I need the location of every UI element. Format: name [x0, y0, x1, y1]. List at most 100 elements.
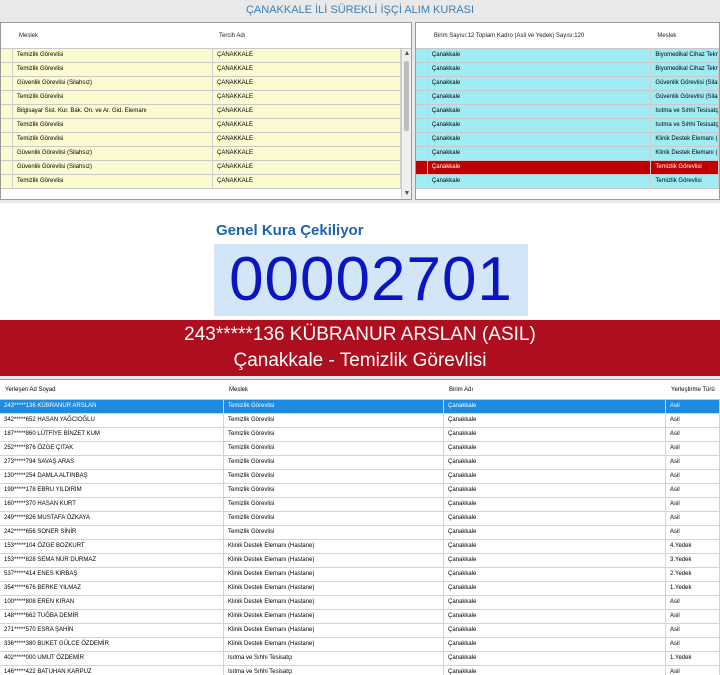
- table-row[interactable]: 354*****676 BERKE YILMAZ Klinik Destek El…: [0, 582, 720, 596]
- results-header: Yerleşen Ad Soyad Meslek Birim Adı Yerle…: [0, 380, 720, 400]
- table-cell: Biyomedikal Cihaz Tekn.: [651, 49, 719, 62]
- row-header[interactable]: [1, 133, 13, 146]
- table-row[interactable]: 273*****794 SAVAŞ ARAS Temizlik Görevlisi…: [0, 456, 720, 470]
- table-cell: Çanakkale: [428, 147, 652, 160]
- row-header[interactable]: [416, 175, 428, 188]
- table-row[interactable]: 153*****828 SEMA NUR DURMAZ Klinik Destek…: [0, 554, 720, 568]
- table-row[interactable]: Çanakkale Isıtma ve Sıhhi Tesisatçı: [416, 119, 719, 133]
- table-row[interactable]: Güvenlik Görevlisi (Silahsız) ÇANAKKALE: [1, 147, 411, 161]
- col-header-yerlestirme-turu[interactable]: Yerleştirme Türü: [666, 380, 720, 399]
- chevron-down-icon[interactable]: ▼: [402, 189, 411, 199]
- table-row[interactable]: 336*****380 BUKET GÜLCE ÖZDEMİR Klinik De…: [0, 638, 720, 652]
- table-row[interactable]: 243*****136 KÜBRANUR ARSLAN Temizlik Göre…: [0, 400, 720, 414]
- table-row[interactable]: ÇanakkaleKlinik Destek Elemanı (Hastane): [416, 147, 719, 161]
- col-header-meslek[interactable]: Meslek: [224, 380, 444, 399]
- table-row[interactable]: Çanakkale Isıtma ve Sıhhi Tesisatçı: [416, 105, 719, 119]
- table-cell: 130*****254 DAMLA ALTINBAŞ: [0, 470, 224, 483]
- table-row[interactable]: 148*****662 TUĞBA DEMİR Klinik Destek Ele…: [0, 610, 720, 624]
- row-header[interactable]: [1, 77, 13, 90]
- table-row[interactable]: 271*****570 ESRA ŞAHİN Klinik Destek Elem…: [0, 624, 720, 638]
- row-header[interactable]: [1, 63, 13, 76]
- table-cell: 342*****652 HASAN YAĞCIOĞLU: [0, 414, 224, 427]
- col-header-meslek[interactable]: Meslek: [13, 23, 213, 48]
- table-row[interactable]: ÇanakkaleGüvenlik Görevlisi (Silahsız): [416, 91, 719, 105]
- col-header-ad-soyad[interactable]: Yerleşen Ad Soyad: [0, 380, 224, 399]
- table-cell: Güvenlik Görevlisi (Silahsız): [651, 91, 719, 104]
- chevron-up-icon[interactable]: ▲: [402, 49, 411, 59]
- table-cell: 243*****136 KÜBRANUR ARSLAN: [0, 400, 224, 413]
- table-row[interactable]: Çanakkale Biyomedikal Cihaz Tekn.: [416, 63, 719, 77]
- table-cell: 249*****826 MUSTAFA ÖZKAYA: [0, 512, 224, 525]
- right-grid[interactable]: Birim Sayısı:12 Toplam Kadro (Asil ve Ye…: [415, 22, 720, 200]
- table-cell: Çanakkale: [444, 554, 666, 567]
- table-cell: Klinik Destek Elemanı (Hastane): [224, 596, 444, 609]
- table-row[interactable]: 402*****000 UMUT ÖZDEMİR Isıtma ve Sıhhi …: [0, 652, 720, 666]
- table-row[interactable]: 537*****414 ENES KIRBAŞ Klinik Destek Ele…: [0, 568, 720, 582]
- table-row[interactable]: 130*****254 DAMLA ALTINBAŞ Temizlik Görev…: [0, 470, 720, 484]
- table-row[interactable]: Güvenlik Görevlisi (Silahsız) ÇANAKKALE: [1, 77, 411, 91]
- table-row[interactable]: 153*****104 ÖZGE BOZKURT Klinik Destek El…: [0, 540, 720, 554]
- table-row[interactable]: Çanakkale Biyomedikal Cihaz Tekn.: [416, 49, 719, 63]
- left-grid[interactable]: Meslek Tercih Adı Temizlik Görevlisi ÇANA…: [0, 22, 412, 200]
- table-row[interactable]: Temizlik Görevlisi ÇANAKKALE: [1, 119, 411, 133]
- row-header[interactable]: [416, 147, 428, 160]
- table-cell: Klinik Destek Elemanı (Hastane): [651, 147, 719, 160]
- table-row[interactable]: ÇanakkaleGüvenlik Görevlisi (Silahsız): [416, 77, 719, 91]
- table-cell: Çanakkale: [444, 596, 666, 609]
- row-header[interactable]: [1, 91, 13, 104]
- table-cell: Asil: [666, 512, 720, 525]
- row-header[interactable]: [416, 133, 428, 146]
- table-row[interactable]: ÇanakkaleKlinik Destek Elemanı (Hastane): [416, 133, 719, 147]
- col-header-birim-adi[interactable]: Birim Adı: [444, 380, 666, 399]
- table-cell: Çanakkale: [444, 610, 666, 623]
- row-header[interactable]: [1, 161, 13, 174]
- col-header-meslek[interactable]: Meslek: [651, 23, 719, 48]
- row-header[interactable]: [416, 161, 428, 174]
- table-row[interactable]: 252*****876 ÖZGE ÇITAK Temizlik Görevlisi…: [0, 442, 720, 456]
- row-header[interactable]: [1, 119, 13, 132]
- row-header[interactable]: [416, 119, 428, 132]
- row-header[interactable]: [1, 105, 13, 118]
- table-row[interactable]: Temizlik Görevlisi ÇANAKKALE: [1, 63, 411, 77]
- table-row[interactable]: 199*****178 EBRU YILDIRIM Temizlik Görevl…: [0, 484, 720, 498]
- col-header-birim[interactable]: Birim Sayısı:12 Toplam Kadro (Asil ve Ye…: [428, 23, 652, 48]
- table-row[interactable]: 146*****422 BATUHAN KARPUZ Isıtma ve Sıhh…: [0, 666, 720, 675]
- table-row[interactable]: 187*****860 LÜTFİYE BİNZET KUM Temizlik G…: [0, 428, 720, 442]
- table-row[interactable]: Bilgisayar Sist. Kur. Bak. On. ve Ar. Gi…: [1, 105, 411, 119]
- table-cell: Klinik Destek Elemanı (Hastane): [224, 610, 444, 623]
- table-row[interactable]: Çanakkale Temizlik Görevlisi: [416, 161, 719, 175]
- table-row[interactable]: Temizlik Görevlisi ÇANAKKALE: [1, 175, 411, 189]
- row-header[interactable]: [416, 91, 428, 104]
- row-header[interactable]: [1, 175, 13, 188]
- table-row[interactable]: 342*****652 HASAN YAĞCIOĞLU Temizlik Göre…: [0, 414, 720, 428]
- row-header[interactable]: [416, 63, 428, 76]
- row-header[interactable]: [416, 77, 428, 90]
- table-cell: Asil: [666, 428, 720, 441]
- scroll-thumb[interactable]: [404, 61, 409, 131]
- table-cell: Temizlik Görevlisi: [224, 512, 444, 525]
- table-row[interactable]: Güvenlik Görevlisi (Silahsız) ÇANAKKALE: [1, 161, 411, 175]
- table-cell: Çanakkale: [444, 582, 666, 595]
- table-cell: Asil: [666, 666, 720, 675]
- table-cell: Çanakkale: [444, 666, 666, 675]
- results-grid[interactable]: Yerleşen Ad Soyad Meslek Birim Adı Yerle…: [0, 379, 720, 675]
- table-row[interactable]: Temizlik Görevlisi ÇANAKKALE: [1, 133, 411, 147]
- row-header[interactable]: [1, 49, 13, 62]
- table-row[interactable]: Temizlik Görevlisi ÇANAKKALE: [1, 49, 411, 63]
- table-cell: 100*****808 EREN KIRAN: [0, 596, 224, 609]
- row-header[interactable]: [1, 147, 13, 160]
- row-header[interactable]: [416, 105, 428, 118]
- results-body: 243*****136 KÜBRANUR ARSLAN Temizlik Göre…: [0, 400, 720, 675]
- table-row[interactable]: Çanakkale Temizlik Görevlisi: [416, 175, 719, 189]
- table-row[interactable]: 249*****826 MUSTAFA ÖZKAYA Temizlik Görev…: [0, 512, 720, 526]
- row-header[interactable]: [416, 49, 428, 62]
- table-row[interactable]: 100*****808 EREN KIRAN Klinik Destek Elem…: [0, 596, 720, 610]
- table-cell: Asil: [666, 442, 720, 455]
- table-row[interactable]: 242*****656 SONER SİNİR Temizlik Görevlis…: [0, 526, 720, 540]
- table-row[interactable]: 160*****370 HASAN KURT Temizlik Görevlisi…: [0, 498, 720, 512]
- table-row[interactable]: Temizlik Görevlisi ÇANAKKALE: [1, 91, 411, 105]
- table-cell: Biyomedikal Cihaz Tekn.: [651, 63, 719, 76]
- table-cell: Temizlik Görevlisi: [224, 470, 444, 483]
- left-grid-scrollbar[interactable]: ▲ ▼: [401, 49, 411, 199]
- col-header-tercih[interactable]: Tercih Adı: [213, 23, 401, 48]
